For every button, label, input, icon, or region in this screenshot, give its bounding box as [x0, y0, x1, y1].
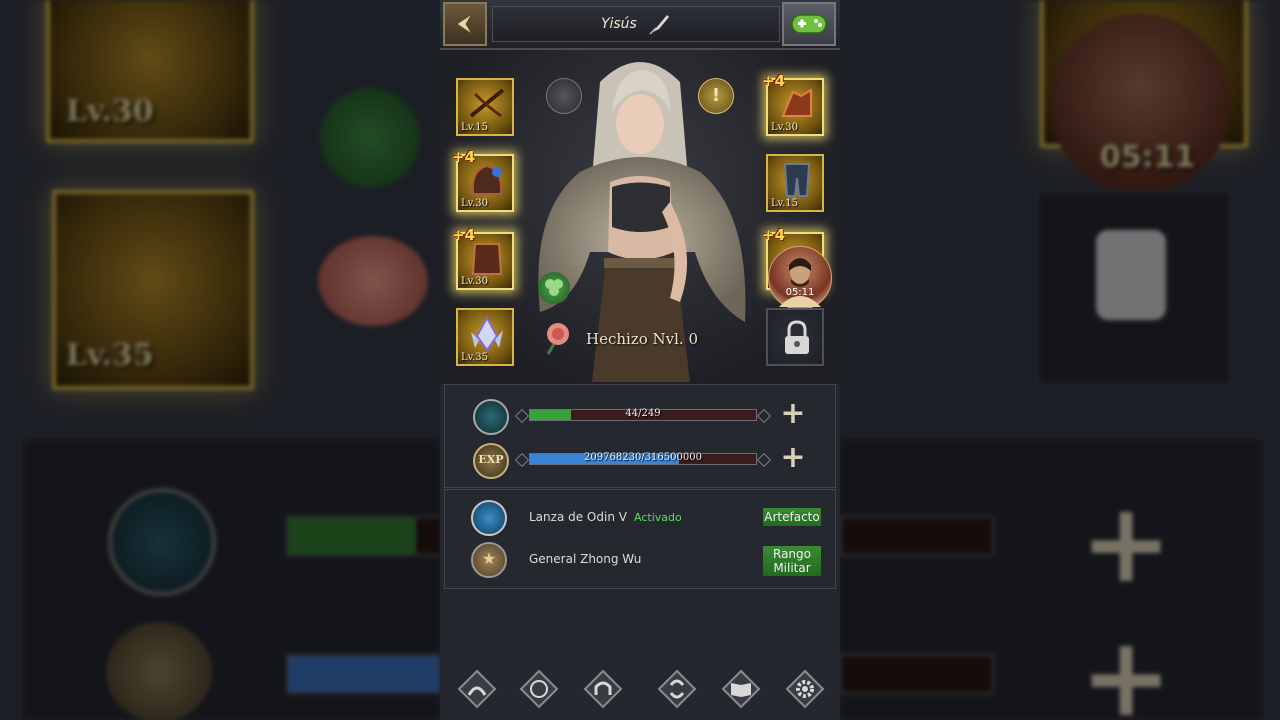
equip-level-label: Lv.35	[461, 352, 489, 363]
enhance-badge: +4	[762, 226, 786, 244]
equip-slot-gauntlet[interactable]: +4 Lv.30	[762, 72, 824, 136]
add-troops-button[interactable]: +	[779, 399, 807, 429]
bg-troops-bar	[840, 516, 994, 556]
nav-medal-button[interactable]	[516, 666, 562, 712]
bg-troops-icon	[108, 488, 216, 596]
book-icon	[721, 669, 761, 709]
helmet-icon	[471, 164, 503, 195]
bar-cap-right	[756, 408, 772, 424]
equip-slot-locked[interactable]	[766, 308, 824, 366]
bg-rose-icon	[318, 236, 428, 326]
gamepad-icon	[791, 14, 827, 34]
webcam-timer: 05:11	[785, 287, 815, 298]
equip-slot-helmet[interactable]: +4 Lv.30	[452, 148, 514, 212]
spear-artifact-icon	[471, 500, 507, 536]
back-arrow-icon	[456, 13, 473, 35]
nav-settings-button[interactable]	[782, 666, 828, 712]
lock-icon	[785, 320, 809, 354]
clover-icon[interactable]	[538, 272, 570, 304]
camp-icon[interactable]	[546, 78, 582, 114]
bar-cap-left	[514, 408, 530, 424]
right-blurred-backdrop: 05:11 + +	[840, 0, 1280, 720]
swap-icon	[657, 669, 697, 709]
bg-plus-icon: +	[1080, 479, 1173, 607]
exclamation-icon[interactable]: !	[698, 78, 734, 114]
player-name: Yisús	[601, 16, 637, 32]
left-blurred-backdrop: Lv.30 Lv.35	[0, 0, 440, 720]
rose-icon[interactable]	[538, 320, 578, 356]
nav-book-button[interactable]	[718, 666, 764, 712]
artifact-name: Lanza de Odin V	[529, 510, 627, 524]
nav-helmet-button[interactable]	[580, 666, 626, 712]
crossbow-icon	[469, 88, 505, 118]
bg-clover-icon	[320, 88, 420, 188]
gauntlet-icon	[781, 88, 812, 117]
equip-slot-greaves[interactable]: Lv.15	[766, 154, 824, 212]
bg-troops-bar	[286, 516, 440, 556]
equip-level-label: Lv.30	[771, 122, 799, 133]
top-bar: Yisús	[440, 0, 840, 50]
hero-icon	[457, 669, 497, 709]
bg-exp-icon	[106, 622, 212, 720]
military-rank-button[interactable]: Rango Militar	[763, 546, 821, 576]
character-area: Lv.15 +4 Lv.30 +4 Lv.30 Lv.35 +4 Lv.30 L…	[440, 50, 840, 384]
streamer-face	[779, 258, 821, 307]
star-rank-icon: ★	[471, 542, 507, 578]
artifact-button[interactable]: Artefacto	[763, 508, 821, 526]
helmet-icon	[583, 669, 623, 709]
quill-pen-icon[interactable]	[647, 13, 671, 35]
bar-cap-right	[756, 452, 772, 468]
webcam-overlay: 05:11	[768, 246, 832, 310]
rose-shape	[546, 323, 569, 355]
nav-swap-button[interactable]	[654, 666, 700, 712]
equip-level-label: Lv.30	[461, 276, 489, 287]
bg-level-label: Lv.30	[66, 94, 154, 129]
exp-icon-text: EXP	[478, 453, 504, 466]
stats-panel: 44/249 + EXP 209768230/316500000 +	[444, 384, 836, 488]
exp-icon: EXP	[473, 443, 509, 479]
equip-slot-armor[interactable]: +4 Lv.30	[452, 226, 514, 290]
exclamation-mark: !	[711, 85, 721, 106]
bg-timer-label: 05:11	[1100, 140, 1196, 175]
bottom-nav	[440, 660, 840, 720]
bg-level-label: Lv.35	[66, 338, 154, 373]
enhance-badge: +4	[762, 72, 786, 90]
equip-level-label: Lv.15	[461, 122, 489, 133]
greaves-icon	[783, 163, 811, 197]
info-panel: Lanza de Odin V Activado Artefacto ★ Gen…	[444, 489, 836, 589]
exp-bar: 209768230/316500000	[529, 452, 757, 465]
bg-exp-bar	[286, 654, 440, 694]
hero-screen: Yisús Lv.15 +4 Lv.30 +4 Lv.30 Lv.35 +4 L…	[440, 0, 840, 720]
spell-level-label: Hechizo Nvl. 0	[586, 330, 698, 348]
bg-exp-bar	[840, 654, 994, 694]
nav-hero-button[interactable]	[454, 666, 500, 712]
artifact-status: Activado	[634, 511, 682, 524]
back-button[interactable]	[443, 2, 487, 46]
settings-icon	[785, 669, 825, 709]
enhance-badge: +4	[452, 148, 476, 166]
exp-bar-label: 209768230/316500000	[584, 452, 702, 463]
clover-shape	[545, 279, 563, 296]
bar-cap-left	[514, 452, 530, 468]
enhance-badge: +4	[452, 226, 476, 244]
crystal-icon	[471, 316, 503, 352]
equip-slot-crystal[interactable]: Lv.35	[456, 308, 514, 366]
troops-bar: 44/249	[529, 408, 757, 421]
equip-level-label: Lv.30	[461, 198, 489, 209]
bg-plus-icon: +	[1080, 613, 1173, 720]
troops-icon	[473, 399, 509, 435]
bg-lock-icon	[1096, 230, 1166, 320]
equip-slot-crossbow[interactable]: Lv.15	[456, 78, 514, 136]
armor-icon	[471, 243, 503, 275]
rank-name: General Zhong Wu	[529, 552, 642, 566]
medal-icon	[519, 669, 559, 709]
equip-level-label: Lv.15	[771, 198, 799, 209]
gamepad-button[interactable]	[782, 2, 836, 46]
troops-bar-label: 44/249	[625, 408, 661, 419]
star-glyph: ★	[481, 549, 497, 568]
add-exp-button[interactable]: +	[779, 443, 807, 473]
player-name-plate: Yisús	[492, 6, 780, 42]
